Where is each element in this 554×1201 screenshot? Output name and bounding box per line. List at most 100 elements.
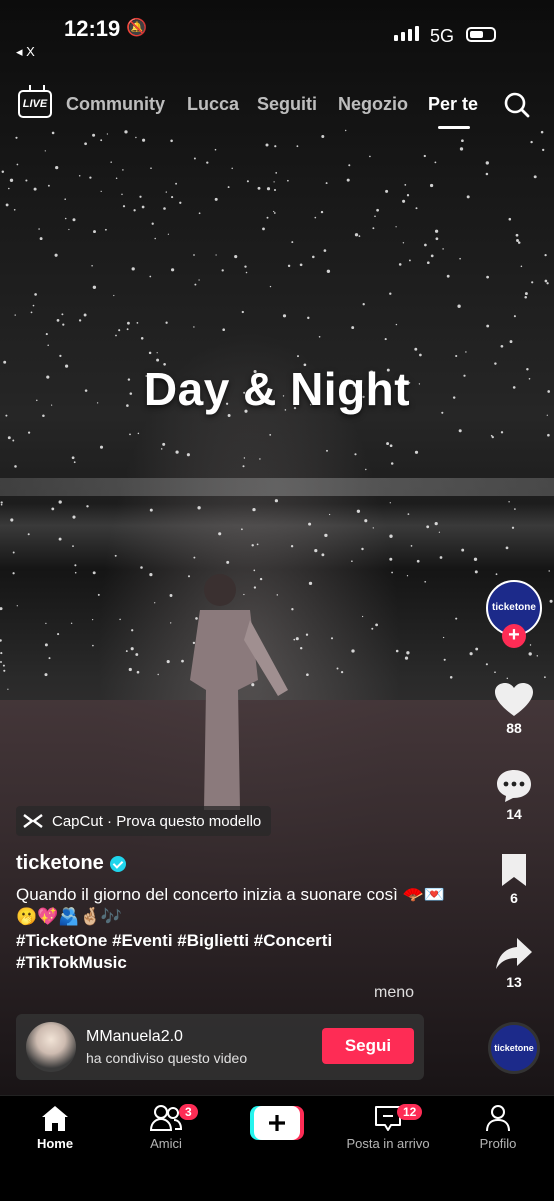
crowd-light-dot — [547, 433, 550, 437]
tab-negozio[interactable]: Negozio — [338, 94, 408, 115]
crowd-light-dot — [149, 508, 153, 512]
nav-home[interactable]: Home — [0, 1104, 110, 1151]
crowd-light-dot — [520, 265, 523, 268]
crowd-light-dot — [500, 344, 504, 348]
crowd-light-dot — [104, 228, 107, 231]
crowd-light-dot — [16, 163, 19, 166]
bottom-nav: Home Amici 3 Posta in arrivo 12 Profilo — [0, 1095, 554, 1201]
crowd-light-dot — [0, 661, 2, 663]
crowd-light-dot — [386, 442, 390, 446]
sharer-avatar[interactable] — [26, 1022, 76, 1072]
crowd-light-dot — [390, 462, 394, 465]
crowd-light-dot — [61, 313, 64, 316]
post-caption: Quando il giorno del concerto inizia a s… — [16, 885, 445, 926]
crowd-light-dot — [167, 233, 170, 235]
crowd-light-dot — [371, 627, 374, 630]
crowd-light-dot — [389, 444, 393, 448]
friends-icon — [149, 1105, 183, 1131]
crowd-light-dot — [72, 218, 76, 222]
tab-per-te[interactable]: Per te — [428, 94, 478, 115]
comment-count: 14 — [506, 806, 522, 822]
crowd-light-dot — [165, 191, 167, 193]
post-hashtags[interactable]: #TicketOne #Eventi #Biglietti #Concerti … — [16, 930, 446, 974]
crowd-light-dot — [287, 179, 289, 182]
comment-button[interactable]: 14 — [486, 768, 542, 822]
follow-button[interactable]: Segui — [322, 1028, 414, 1064]
crowd-light-dot — [51, 131, 55, 135]
tab-community[interactable]: Community — [66, 94, 165, 115]
crowd-light-dot — [193, 556, 196, 559]
nav-friends[interactable]: Amici 3 — [111, 1104, 221, 1151]
crowd-light-dot — [408, 259, 411, 262]
live-icon[interactable]: LIVE — [18, 90, 52, 118]
crowd-light-dot — [406, 651, 410, 655]
crowd-light-dot — [351, 649, 355, 653]
music-disc[interactable]: ticketone — [488, 1022, 540, 1074]
crowd-light-dot — [321, 135, 325, 138]
crowd-light-dot — [265, 143, 269, 147]
crowd-light-dot — [500, 431, 504, 434]
save-button[interactable]: 6 — [486, 852, 542, 906]
crowd-light-dot — [64, 198, 66, 200]
silent-bell-icon: 🔕 — [126, 18, 148, 37]
share-button[interactable]: 13 — [486, 936, 542, 990]
crowd-light-dot — [114, 554, 117, 557]
crowd-light-dot — [438, 531, 441, 533]
crowd-light-dot — [10, 518, 14, 522]
crowd-light-dot — [231, 167, 233, 170]
crowd-light-dot — [495, 573, 498, 576]
crowd-light-dot — [443, 658, 446, 661]
crowd-light-dot — [324, 533, 328, 538]
crowd-light-dot — [354, 453, 357, 456]
follow-plus-icon[interactable]: + — [502, 624, 526, 648]
crowd-light-dot — [175, 182, 178, 185]
crowd-light-dot — [389, 534, 393, 538]
crowd-light-dot — [170, 622, 172, 624]
crowd-light-dot — [299, 263, 303, 267]
tab-seguiti[interactable]: Seguiti — [257, 94, 317, 115]
crowd-light-dot — [542, 148, 545, 152]
crowd-light-dot — [13, 208, 16, 211]
create-plus-button[interactable] — [250, 1106, 304, 1140]
crowd-light-dot — [9, 178, 14, 182]
back-to-app-link[interactable]: ◂ X — [16, 44, 35, 60]
post-author[interactable]: ticketone — [16, 852, 126, 875]
crowd-light-dot — [72, 545, 74, 547]
crowd-light-dot — [389, 557, 393, 561]
crowd-light-dot — [115, 177, 118, 179]
crowd-light-dot — [252, 507, 256, 512]
crowd-light-dot — [243, 457, 246, 459]
crowd-light-dot — [544, 279, 548, 283]
crowd-light-dot — [106, 133, 109, 135]
tab-lucca[interactable]: Lucca — [187, 94, 239, 115]
crowd-light-dot — [389, 292, 392, 295]
shared-by-card[interactable]: MManuela2.0 ha condiviso questo video Se… — [16, 1014, 424, 1080]
save-count: 6 — [510, 890, 518, 906]
crowd-light-dot — [361, 547, 364, 551]
crowd-light-dot — [544, 676, 546, 679]
crowd-light-dot — [73, 461, 76, 464]
crowd-light-dot — [165, 321, 168, 324]
like-button[interactable]: 88 — [486, 682, 542, 736]
capcut-template-link[interactable]: CapCut · Prova questo modello — [16, 806, 272, 836]
author-name: ticketone — [16, 852, 104, 874]
crowd-light-dot — [92, 133, 96, 137]
crowd-light-dot — [55, 165, 59, 170]
like-count: 88 — [506, 720, 522, 736]
crowd-light-dot — [44, 673, 48, 677]
crowd-light-dot — [126, 328, 129, 331]
crowd-light-dot — [402, 199, 406, 203]
search-icon[interactable] — [504, 92, 530, 118]
crowd-light-dot — [446, 274, 450, 278]
crowd-light-dot — [124, 130, 128, 134]
show-less-link[interactable]: meno — [374, 984, 414, 1002]
nav-inbox[interactable]: Posta in arrivo 12 — [333, 1104, 443, 1151]
nav-profile[interactable]: Profilo — [443, 1104, 553, 1151]
crowd-light-dot — [533, 175, 537, 179]
crowd-light-dot — [154, 602, 156, 604]
crowd-light-dot — [474, 570, 478, 574]
crowd-light-dot — [274, 499, 278, 503]
crowd-light-dot — [125, 650, 128, 653]
status-time: 12:19 — [64, 16, 121, 41]
crowd-light-dot — [351, 560, 353, 563]
